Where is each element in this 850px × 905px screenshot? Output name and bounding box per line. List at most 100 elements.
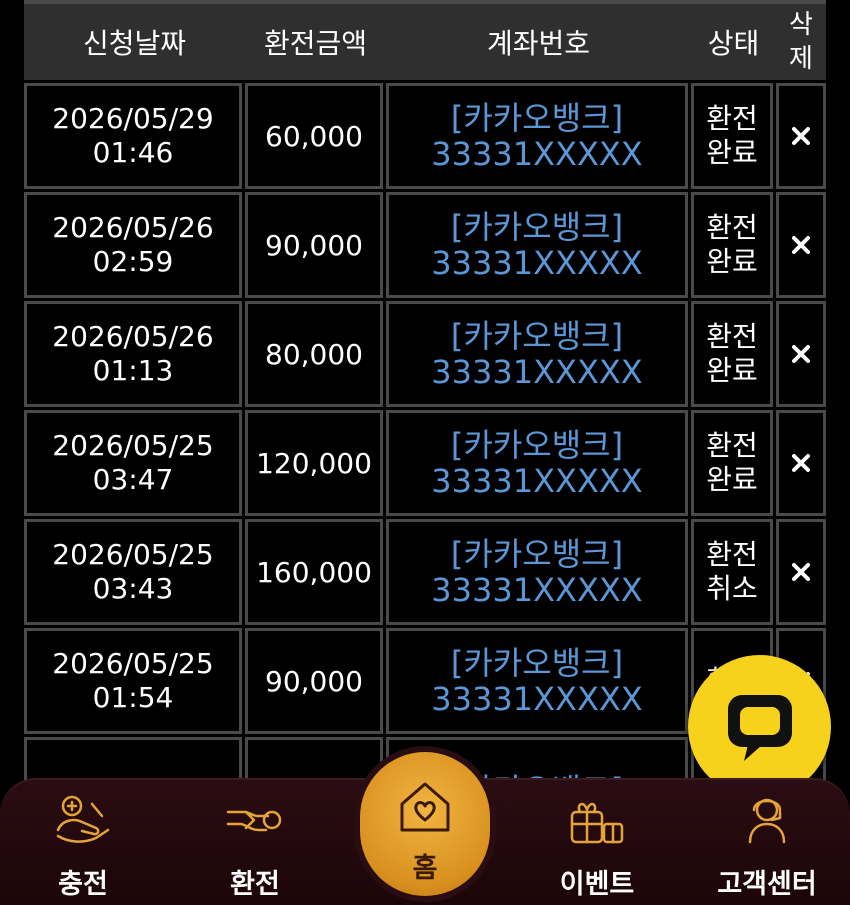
account-number: 33331XXXXX [431, 353, 643, 391]
cell-date: 2026/05/26 02:59 [24, 192, 242, 298]
cell-status: 환전 취소 [691, 519, 773, 625]
table-header: 신청날짜 환전금액 계좌번호 상태 삭 제 [24, 0, 826, 80]
nav-support-label: 고객센터 [717, 869, 817, 900]
bank-name: [카카오뱅크] [450, 426, 624, 464]
account-number: 33331XXXXX [431, 680, 643, 718]
header-amount: 환전금액 [263, 27, 368, 60]
date-text: 2026/05/25 [52, 429, 214, 462]
amount-text: 90,000 [265, 228, 363, 262]
cell-date: 2026/05/26 01:13 [24, 301, 242, 407]
cell-status: 환전 완료 [691, 410, 773, 516]
account-number: 33331XXXXX [431, 462, 643, 500]
bank-name: [카카오뱅크] [450, 99, 624, 137]
cell-amount: 80,000 [245, 301, 383, 407]
nav-home[interactable]: 홈 [360, 752, 490, 896]
delete-button[interactable] [776, 410, 826, 516]
status-bottom: 취소 [706, 572, 758, 605]
status-top: 환전 [706, 102, 758, 135]
delete-x-icon [792, 236, 810, 254]
status-top: 환전 [706, 538, 758, 571]
cell-account: [카카오뱅크] 33331XXXXX [386, 83, 688, 189]
nav-exchange[interactable]: 환전 [190, 780, 320, 905]
delete-x-icon [792, 454, 810, 472]
nav-home-label: 홈 [412, 853, 438, 884]
table-row: 2026/05/29 01:46 60,000 [카카오뱅크] 33331XXXXX 환전… [24, 83, 826, 189]
amount-text: 120,000 [256, 446, 372, 480]
nav-charge-label: 충전 [58, 869, 108, 900]
date-text: 2026/05/26 [52, 211, 214, 244]
gift-icon [570, 802, 624, 844]
date-text: 2026/05/25 [52, 538, 214, 571]
cell-status: 환전 완료 [691, 192, 773, 298]
delete-button[interactable] [776, 192, 826, 298]
account-number: 33331XXXXX [431, 571, 643, 609]
table-row: 2026/05/25 03:47 120,000 [카카오뱅크] 33331XXXXX 환… [24, 410, 826, 516]
table-row: 2026/05/26 01:13 80,000 [카카오뱅크] 33331XXXXX 환전… [24, 301, 826, 407]
kakao-chat-button[interactable] [688, 655, 831, 798]
time-text: 02:59 [92, 245, 174, 278]
cell-date: 2026/05/25 03:43 [24, 519, 242, 625]
time-text: 01:13 [92, 354, 174, 387]
header-status: 상태 [707, 27, 760, 60]
date-text: 2026/05/25 [52, 647, 214, 680]
nav-event[interactable]: 이벤트 [532, 780, 662, 905]
exchange-icon [226, 810, 282, 832]
cell-date: 2026/05/25 03:47 [24, 410, 242, 516]
cell-date: 2026/05/25 01:54 [24, 628, 242, 734]
status-top: 환전 [706, 429, 758, 462]
table-row: 2026/05/26 02:59 90,000 [카카오뱅크] 33331XXXXX 환전… [24, 192, 826, 298]
home-heart-icon [400, 782, 450, 832]
cell-account: [카카오뱅크] 33331XXXXX [386, 519, 688, 625]
cell-status: 환전 완료 [691, 83, 773, 189]
delete-x-icon [792, 345, 810, 363]
bank-name: [카카오뱅크] [450, 317, 624, 355]
nav-support[interactable]: 고객센터 [702, 780, 832, 905]
nav-event-label: 이벤트 [559, 869, 635, 900]
status-bottom: 완료 [706, 245, 758, 278]
time-text: 01:54 [92, 681, 174, 714]
delete-button[interactable] [776, 83, 826, 189]
cell-amount: 160,000 [245, 519, 383, 625]
date-text: 2026/05/29 [52, 102, 214, 135]
delete-button[interactable] [776, 301, 826, 407]
status-bottom: 완료 [706, 354, 758, 387]
support-agent-icon [748, 798, 786, 844]
time-text: 03:47 [92, 463, 174, 496]
cell-date: 2026/05/29 01:46 [24, 83, 242, 189]
kakao-chat-icon [727, 694, 792, 761]
status-top: 환전 [706, 320, 758, 353]
cell-amount: 90,000 [245, 192, 383, 298]
delete-x-icon [792, 563, 810, 581]
amount-text: 160,000 [256, 555, 372, 589]
amount-text: 60,000 [265, 119, 363, 153]
header-account: 계좌번호 [486, 27, 591, 60]
cell-status: 환전 완료 [691, 301, 773, 407]
bank-name: [카카오뱅크] [450, 208, 624, 246]
date-text: 2026/05/26 [52, 320, 214, 353]
status-bottom: 완료 [706, 136, 758, 169]
delete-button[interactable] [776, 519, 826, 625]
header-date: 신청날짜 [82, 27, 187, 60]
cell-account: [카카오뱅크] 33331XXXXX [386, 628, 688, 734]
bank-name: [카카오뱅크] [450, 535, 624, 573]
bank-name: [카카오뱅크] [450, 644, 624, 682]
account-number: 33331XXXXX [431, 244, 643, 282]
charge-icon [56, 795, 110, 843]
cell-account: [카카오뱅크] 33331XXXXX [386, 192, 688, 298]
status-top: 환전 [706, 211, 758, 244]
amount-text: 80,000 [265, 337, 363, 371]
cell-amount: 60,000 [245, 83, 383, 189]
cell-account: [카카오뱅크] 33331XXXXX [386, 410, 688, 516]
nav-exchange-label: 환전 [230, 869, 280, 900]
nav-charge[interactable]: 충전 [18, 780, 148, 905]
status-bottom: 완료 [706, 463, 758, 496]
table-row: 2026/05/25 03:43 160,000 [카카오뱅크] 33331XXXXX 환… [24, 519, 826, 625]
time-text: 03:43 [92, 572, 174, 605]
account-number: 33331XXXXX [431, 135, 643, 173]
cell-account: [카카오뱅크] 33331XXXXX [386, 301, 688, 407]
time-text: 01:46 [92, 136, 174, 169]
app-root: 신청날짜 환전금액 계좌번호 상태 삭 제 2026/05/29 01:46 60,… [0, 0, 850, 905]
header-delete: 삭 제 [789, 10, 813, 74]
cell-amount: 90,000 [245, 628, 383, 734]
amount-text: 90,000 [265, 664, 363, 698]
